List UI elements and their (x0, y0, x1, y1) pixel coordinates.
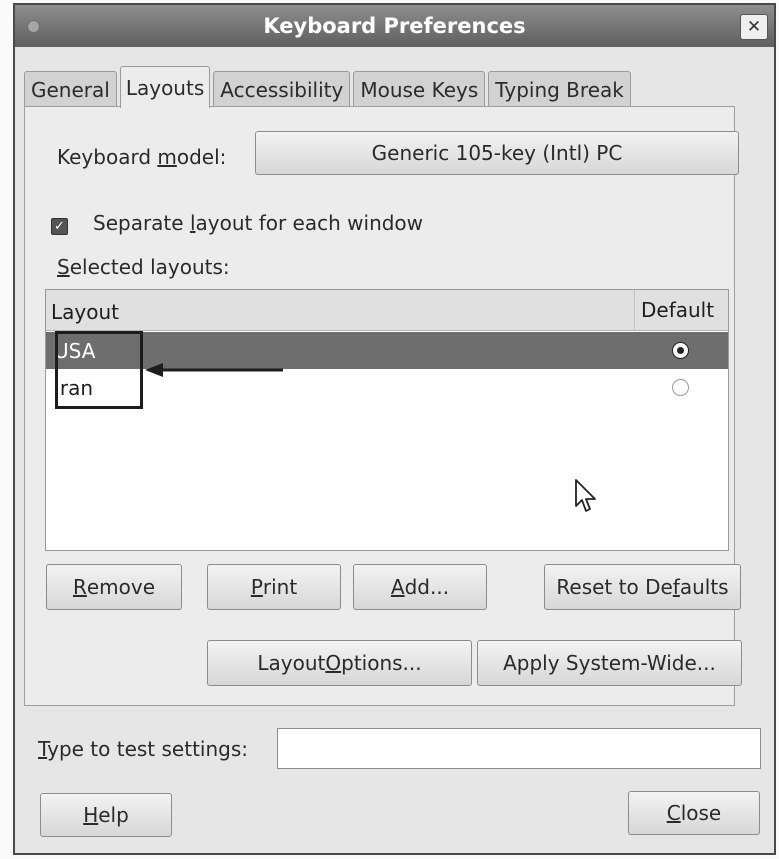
layout-options-button[interactable]: Layout Options... (207, 640, 472, 686)
tab-layouts[interactable]: Layouts (119, 66, 211, 108)
layouts-list[interactable]: Layout Default USA Iran (45, 289, 729, 551)
test-settings-input[interactable] (277, 728, 761, 769)
window-close-button[interactable]: ✕ (740, 14, 768, 40)
tab-accessibility[interactable]: Accessibility (213, 71, 351, 108)
column-header-default[interactable]: Default (634, 290, 728, 330)
tab-bar: General Layouts Accessibility Mouse Keys… (24, 66, 634, 108)
selected-layouts-label: Selected layouts: (57, 255, 230, 279)
separate-layout-label: Separate layout for each window (93, 211, 424, 235)
close-button[interactable]: Close (628, 791, 760, 835)
default-radio[interactable] (672, 379, 689, 396)
print-button[interactable]: Print (207, 564, 341, 610)
separate-layout-checkbox[interactable]: ✓ (51, 218, 68, 235)
test-settings-label: Type to test settings: (38, 737, 248, 761)
default-radio-selected[interactable] (672, 342, 689, 359)
tab-mouse-keys[interactable]: Mouse Keys (353, 71, 486, 108)
keyboard-model-button[interactable]: Generic 105-key (Intl) PC (255, 131, 739, 175)
add-button[interactable]: Add... (353, 564, 487, 610)
apply-system-wide-button[interactable]: Apply System-Wide... (477, 640, 742, 686)
tab-general[interactable]: General (24, 71, 117, 108)
window-menu-icon[interactable] (27, 20, 40, 33)
highlight-box (55, 331, 143, 409)
reset-to-defaults-button[interactable]: Reset to De f aults (544, 564, 741, 610)
remove-button[interactable]: Remove (46, 564, 182, 610)
list-header: Layout Default (46, 290, 728, 331)
title-bar[interactable]: Keyboard Preferences ✕ (15, 5, 774, 47)
keyboard-model-label: Keyboard model: (57, 145, 227, 169)
tab-typing-break[interactable]: Typing Break (488, 71, 631, 108)
window-title: Keyboard Preferences (263, 14, 526, 38)
help-button[interactable]: Help (40, 793, 172, 837)
column-header-layout[interactable]: Layout (51, 300, 119, 324)
annotation-arrow-icon (145, 363, 283, 377)
mouse-pointer-icon (575, 479, 596, 512)
